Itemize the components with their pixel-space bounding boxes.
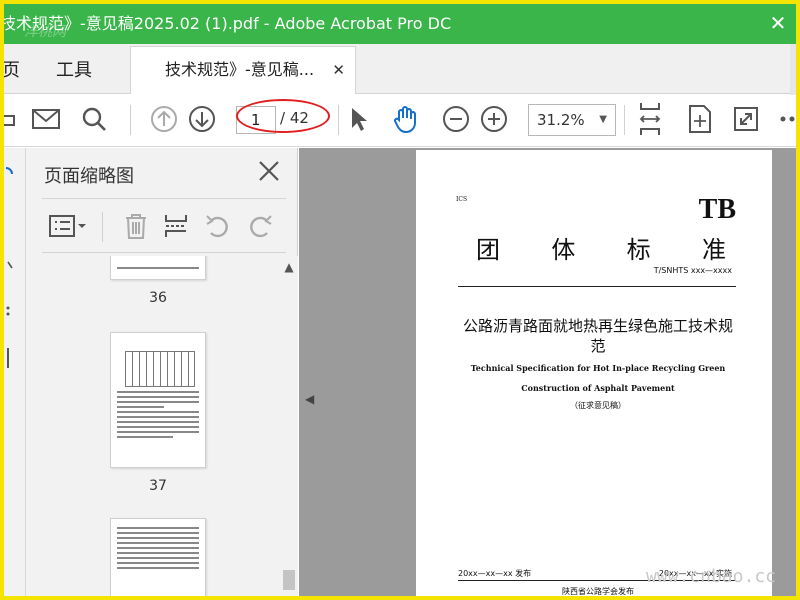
scroll-thumb[interactable] xyxy=(283,570,295,590)
standard-type-char: 标 xyxy=(626,236,651,264)
page-thumbnail[interactable] xyxy=(110,332,206,468)
tab-home[interactable]: 页 xyxy=(4,56,20,82)
pdf-page: ICS TB 团 体 标 准 T/SNHTS xxx—xxxx 公路沥青路面就地… xyxy=(416,150,772,596)
tab-close-button[interactable]: ✕ xyxy=(332,47,345,93)
toolbar-separator xyxy=(624,105,625,135)
zoom-out-icon[interactable] xyxy=(440,103,472,135)
tb-mark: TB xyxy=(698,194,736,225)
insert-page-icon[interactable] xyxy=(160,210,192,242)
thumbnail-label: 36 xyxy=(149,290,167,306)
standard-code: T/SNHTS xxx—xxxx xyxy=(653,266,732,275)
panel-title: 页面缩略图 xyxy=(44,166,134,187)
search-icon[interactable] xyxy=(78,103,110,135)
close-icon[interactable] xyxy=(254,156,286,188)
left-nav-strip xyxy=(4,148,26,596)
scroll-up-icon[interactable]: ▲ xyxy=(280,260,298,278)
divider xyxy=(42,252,286,253)
fit-page-icon[interactable] xyxy=(684,103,716,135)
toolbar-separator xyxy=(338,105,339,135)
thumbnail-label: 37 xyxy=(149,478,167,494)
window-close-button[interactable]: ✕ xyxy=(760,4,796,44)
issue-date: 20xx—xx—xx 发布 xyxy=(458,569,532,578)
annotation-oval xyxy=(236,99,330,133)
corner-watermark: 洋桃网 xyxy=(24,24,66,40)
publisher: 陕西省公路学会发布 xyxy=(562,587,634,596)
email-icon[interactable] xyxy=(30,103,62,135)
standard-type-char: 体 xyxy=(551,236,576,264)
divider xyxy=(458,286,736,287)
fullscreen-icon[interactable] xyxy=(730,103,762,135)
toolbar: 1 / 42 31.2% ▼ xyxy=(4,95,796,147)
ics-label: ICS xyxy=(456,196,468,203)
page-thumbnail[interactable] xyxy=(110,518,206,596)
panel-toolbar xyxy=(26,202,298,252)
select-arrow-icon[interactable] xyxy=(342,103,374,135)
thumbnail-options-icon[interactable] xyxy=(48,210,88,242)
hand-tool-icon[interactable] xyxy=(390,103,422,135)
page-thumbnail[interactable] xyxy=(110,256,206,280)
delete-icon[interactable] xyxy=(120,210,152,242)
divider xyxy=(42,198,286,199)
more-icon[interactable] xyxy=(774,103,796,135)
acrobat-window: 技术规范》-意见稿2025.02 (1).pdf - Adobe Acrobat… xyxy=(4,4,796,596)
zoom-select[interactable]: 31.2% ▼ xyxy=(528,104,616,136)
thumbnails-panel: 页面缩略图 36 37 ▲ xyxy=(26,148,298,596)
tab-document-label: 技术规范》-意见稿... xyxy=(165,60,315,79)
standard-type-char: 团 xyxy=(476,236,500,264)
prev-page-icon[interactable] xyxy=(148,103,180,135)
draft-note: （征求意见稿） xyxy=(570,401,626,410)
thumbnail-scrollbar[interactable]: ▲ xyxy=(280,256,298,596)
chevron-down-icon: ▼ xyxy=(599,114,607,125)
toolbar-separator xyxy=(102,212,103,242)
zoom-value: 31.2% xyxy=(537,111,585,129)
next-page-icon[interactable] xyxy=(186,103,218,135)
thumbnail-list: 36 37 xyxy=(26,256,280,596)
collapse-panel-icon[interactable]: ◀ xyxy=(305,392,314,406)
print-icon[interactable] xyxy=(4,103,22,135)
nav-strip-icons xyxy=(5,167,13,368)
zoom-in-icon[interactable] xyxy=(478,103,510,135)
title-bar: 技术规范》-意见稿2025.02 (1).pdf - Adobe Acrobat… xyxy=(4,4,796,44)
tab-document[interactable]: 技术规范》-意见稿... ✕ xyxy=(130,46,356,94)
fit-width-icon[interactable] xyxy=(634,103,666,135)
document-title-zh: 公路沥青路面就地热再生绿色施工技术规范 xyxy=(462,317,733,355)
document-title-en: Technical Specification for Hot In-place… xyxy=(470,363,726,393)
toolbar-separator xyxy=(130,105,131,135)
tabrow-edge xyxy=(790,44,796,96)
rotate-right-icon[interactable] xyxy=(244,210,276,242)
tab-row: 页 工具 技术规范》-意见稿... ✕ xyxy=(4,44,796,94)
rotate-left-icon[interactable] xyxy=(202,210,234,242)
site-watermark: www.cnbao.cc xyxy=(645,566,776,587)
window-title: 技术规范》-意见稿2025.02 (1).pdf - Adobe Acrobat… xyxy=(4,14,452,33)
tab-tools[interactable]: 工具 xyxy=(56,56,92,82)
standard-type-char: 准 xyxy=(701,236,726,264)
document-view[interactable]: ◀ ICS TB 团 体 标 准 T/SNHTS xxx—xxxx 公路沥青路面… xyxy=(299,148,796,596)
standard-type: 团 体 标 准 xyxy=(476,230,726,265)
